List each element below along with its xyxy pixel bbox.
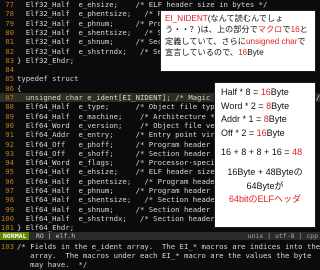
status-bar: NORMAL RO | elf.h unix | utf-8 | cpp [0, 232, 320, 240]
line-number: 103 [0, 241, 14, 251]
annotation-term: EI_NIDENT [165, 14, 208, 23]
line-number: 98 [5, 195, 14, 205]
line-number: 87 [5, 93, 14, 102]
line-number: 89 [5, 111, 14, 121]
code-text: Elf64_Half e_type; /* Object file type *… [17, 102, 233, 112]
annotation-keyword: マクロ [257, 25, 283, 35]
calc-label: Addr * 1 = [221, 114, 264, 125]
calc-sum: 16 + 8 + 8 + 16 = 48 [221, 146, 309, 160]
line-number: 90 [5, 120, 14, 130]
code-text: may have. */ [17, 260, 88, 270]
calc-value: 16 [256, 127, 267, 138]
line-number: 100 [0, 213, 14, 223]
line-number: 83 [5, 55, 14, 65]
code-text: Elf64_Half e_machine; /* Architecture */ [17, 111, 220, 121]
code-text: array. The macros under each EI_* macro … [17, 251, 312, 261]
annotation-number: 16 [290, 25, 300, 35]
calc-unit: Byte [271, 100, 290, 111]
line-number: 78 [5, 9, 14, 19]
code-line[interactable]: 77 Elf32_Half e_ehsize; /* ELF header si… [0, 0, 320, 9]
calc-label: Half * 8 = [221, 87, 261, 97]
calc-note-1: 16Byte + 48Byteの [227, 166, 303, 177]
annotation-type: unsigned char [245, 36, 298, 46]
annotation-ei-nident: EI_NIDENT(なんて読むんでしょう・・？)は、上の部分でマクロで16と定義… [160, 10, 316, 72]
line-number: 95 [5, 167, 14, 177]
calc-row-word: Word * 2 = 8Byte [221, 100, 309, 114]
file-indicator: RO | elf.h [36, 232, 76, 240]
mode-indicator: NORMAL [0, 232, 30, 240]
annotation-unit: Byte [247, 47, 264, 57]
code-text: /* Fields in the e_ident array. The EI_*… [17, 241, 320, 251]
calc-value: 16 [260, 87, 271, 97]
line-number: 93 [5, 148, 14, 158]
calc-sum-value: 48 [292, 147, 303, 158]
line-number: 81 [5, 37, 14, 47]
line-number: 96 [5, 176, 14, 186]
line-number: 99 [5, 204, 14, 214]
code-line[interactable]: may have. */ [0, 260, 320, 269]
calc-label: Off * 2 = [221, 127, 257, 138]
calc-unit: Byte [268, 114, 287, 125]
line-number: 85 [5, 74, 14, 84]
encoding-indicator: unix | utf-8 | cpp [247, 232, 318, 240]
line-number: 92 [5, 139, 14, 149]
annotation-text: で [282, 25, 291, 35]
calc-label: Word * 2 = [221, 100, 267, 111]
calc-unit: Byte [266, 127, 285, 138]
line-number: 82 [5, 46, 14, 56]
line-number: 80 [5, 27, 14, 37]
calc-sum-expr: 16 + 8 + 8 + 16 = [221, 147, 293, 158]
code-text: typedef struct [17, 74, 79, 84]
line-number: 86 [5, 83, 14, 93]
annotation-number: 16 [238, 47, 248, 57]
line-number: 97 [5, 186, 14, 195]
code-text: { [17, 83, 22, 93]
annotation-size-calc: Half * 8 = 16Byte Word * 2 = 8Byte Addr … [214, 82, 316, 228]
line-number: 84 [5, 65, 14, 75]
code-text: } Elf32_Ehdr; [17, 55, 75, 65]
calc-row-half: Half * 8 = 16Byte [221, 86, 309, 100]
calc-row-addr: Addr * 1 = 8Byte [221, 113, 309, 127]
calc-note-3: 64bitのELFヘッダ [228, 194, 302, 205]
line-number: 91 [5, 130, 14, 140]
calc-note-2: 64Byteが [246, 180, 284, 191]
line-number: 88 [5, 102, 14, 112]
line-number: 94 [5, 158, 14, 168]
code-line[interactable]: 103/* Fields in the e_ident array. The E… [0, 242, 320, 251]
line-number: 77 [5, 0, 14, 9]
calc-unit: Byte [270, 87, 289, 97]
line-number: 79 [5, 18, 14, 28]
code-text: Elf32_Half e_ehsize; /* ELF header size … [17, 0, 268, 9]
code-line[interactable]: array. The macros under each EI_* macro … [0, 251, 320, 260]
calc-row-off: Off * 2 = 16Byte [221, 127, 309, 141]
